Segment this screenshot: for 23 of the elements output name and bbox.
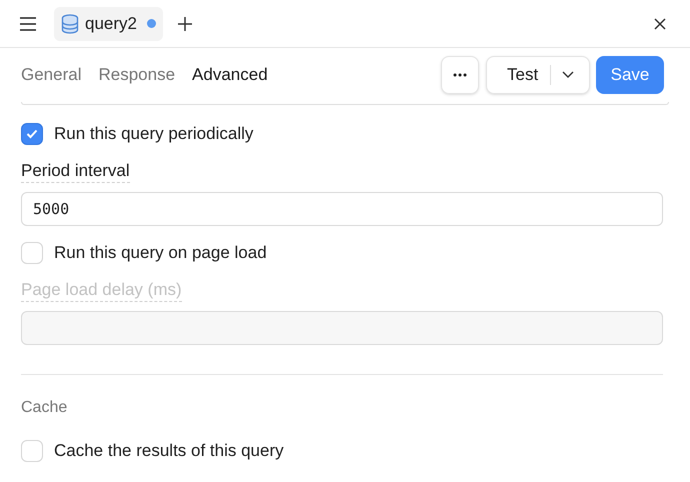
checkbox-label[interactable]: Run this query on page load [54,240,267,266]
tab-title: query2 [85,12,137,35]
field-label: Page load delay (ms) [21,279,182,302]
add-icon[interactable] [178,16,192,30]
checkmark-icon [26,129,38,139]
checkbox-label[interactable]: Run this query periodically [54,121,254,147]
more-icon [453,73,467,77]
menu-icon[interactable] [19,16,37,30]
query-tab[interactable]: query2 [54,6,163,40]
close-icon[interactable] [654,18,666,30]
checkbox[interactable] [21,123,43,145]
database-icon [61,14,79,34]
tab[interactable]: Response [98,62,176,88]
field-label: Period interval [21,160,130,183]
test-split-button[interactable]: Test [486,56,590,94]
test-button[interactable]: Test [487,62,550,88]
tab[interactable]: Advanced [192,62,268,88]
input-field[interactable]: 5000 [21,192,663,226]
save-button[interactable]: Save [596,56,664,94]
checkbox-label[interactable]: Cache the results of this query [54,438,284,464]
chevron-down-icon[interactable] [562,71,574,79]
section-heading: Cache [21,398,68,418]
tab[interactable]: General [21,62,82,88]
